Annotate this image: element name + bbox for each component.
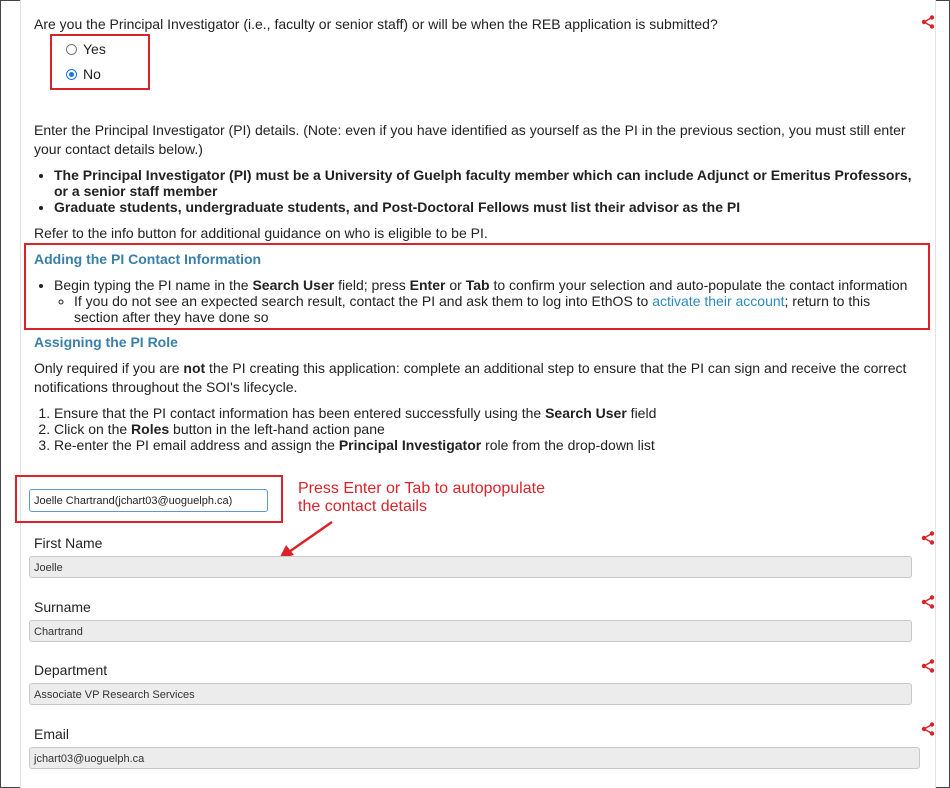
department-field[interactable]: Associate VP Research Services: [29, 683, 912, 705]
list-item: Click on the Roles button in the left-ha…: [54, 421, 914, 437]
list-item: Ensure that the PI contact information h…: [54, 405, 914, 421]
eligibility-list: The Principal Investigator (PI) must be …: [34, 167, 914, 215]
adding-heading: Adding the PI Contact Information: [34, 251, 262, 267]
text: Ensure that the PI contact information h…: [54, 405, 546, 421]
list-item: The Principal Investigator (PI) must be …: [54, 167, 914, 199]
assigning-text: Only required if you are not the PI crea…: [34, 359, 914, 397]
list-item: Graduate students, undergraduate student…: [54, 199, 914, 215]
text-bold: Tab: [465, 277, 490, 293]
text-bold: Search User: [545, 405, 627, 421]
text: to confirm your selection and auto-popul…: [489, 277, 908, 293]
text: Only required if you are: [34, 360, 184, 376]
option-yes-label: Yes: [83, 41, 106, 57]
radio-no[interactable]: [66, 68, 77, 80]
department-label: Department: [34, 662, 108, 678]
surname-field[interactable]: Chartrand: [29, 620, 912, 642]
option-no-label: No: [83, 66, 101, 82]
email-label: Email: [34, 726, 70, 742]
text: Click on the: [54, 421, 132, 437]
text: field: [626, 405, 657, 421]
text: field; press: [334, 277, 410, 293]
list-item: If you do not see an expected search res…: [74, 293, 918, 325]
text: or: [445, 277, 466, 293]
email-field[interactable]: jchart03@uoguelph.ca: [29, 747, 920, 769]
share-icon[interactable]: [921, 659, 935, 673]
share-icon[interactable]: [921, 595, 935, 609]
assigning-heading: Assigning the PI Role: [34, 334, 178, 350]
intro-text: Enter the Principal Investigator (PI) de…: [34, 122, 906, 157]
share-icon[interactable]: [921, 722, 935, 736]
pi-question: Are you the Principal Investigator (i.e.…: [34, 16, 718, 32]
text: Re-enter the PI email address and assign…: [54, 437, 339, 453]
text: role from the drop-down list: [481, 437, 655, 453]
text: button in the left-hand action pane: [169, 421, 385, 437]
list-item: Begin typing the PI name in the Search U…: [54, 277, 918, 325]
list-item: Re-enter the PI email address and assign…: [54, 437, 914, 453]
refer-text: Refer to the info button for additional …: [34, 225, 488, 241]
option-no[interactable]: No: [66, 66, 101, 82]
text-bold: Principal Investigator: [338, 437, 482, 453]
text-bold: not: [183, 360, 206, 376]
radio-yes[interactable]: [66, 43, 77, 55]
search-user-input[interactable]: Joelle Chartrand(jchart03@uoguelph.ca): [29, 489, 268, 512]
assigning-steps: Ensure that the PI contact information h…: [34, 405, 914, 453]
activate-account-link[interactable]: activate their account: [652, 293, 784, 309]
share-icon[interactable]: [921, 15, 935, 29]
annotation-text: Press Enter or Tab to autopopulate the c…: [298, 480, 545, 515]
text: If you do not see an expected search res…: [74, 293, 653, 309]
first-name-label: First Name: [34, 535, 103, 551]
text-bold: Enter: [409, 277, 446, 293]
first-name-field[interactable]: Joelle: [29, 556, 912, 578]
surname-label: Surname: [34, 599, 91, 615]
option-yes[interactable]: Yes: [66, 41, 106, 57]
adding-list: Begin typing the PI name in the Search U…: [34, 277, 918, 325]
text: Begin typing the PI name in the: [54, 277, 253, 293]
text-bold: Search User: [252, 277, 335, 293]
share-icon[interactable]: [921, 531, 935, 545]
text-bold: Roles: [131, 421, 170, 437]
